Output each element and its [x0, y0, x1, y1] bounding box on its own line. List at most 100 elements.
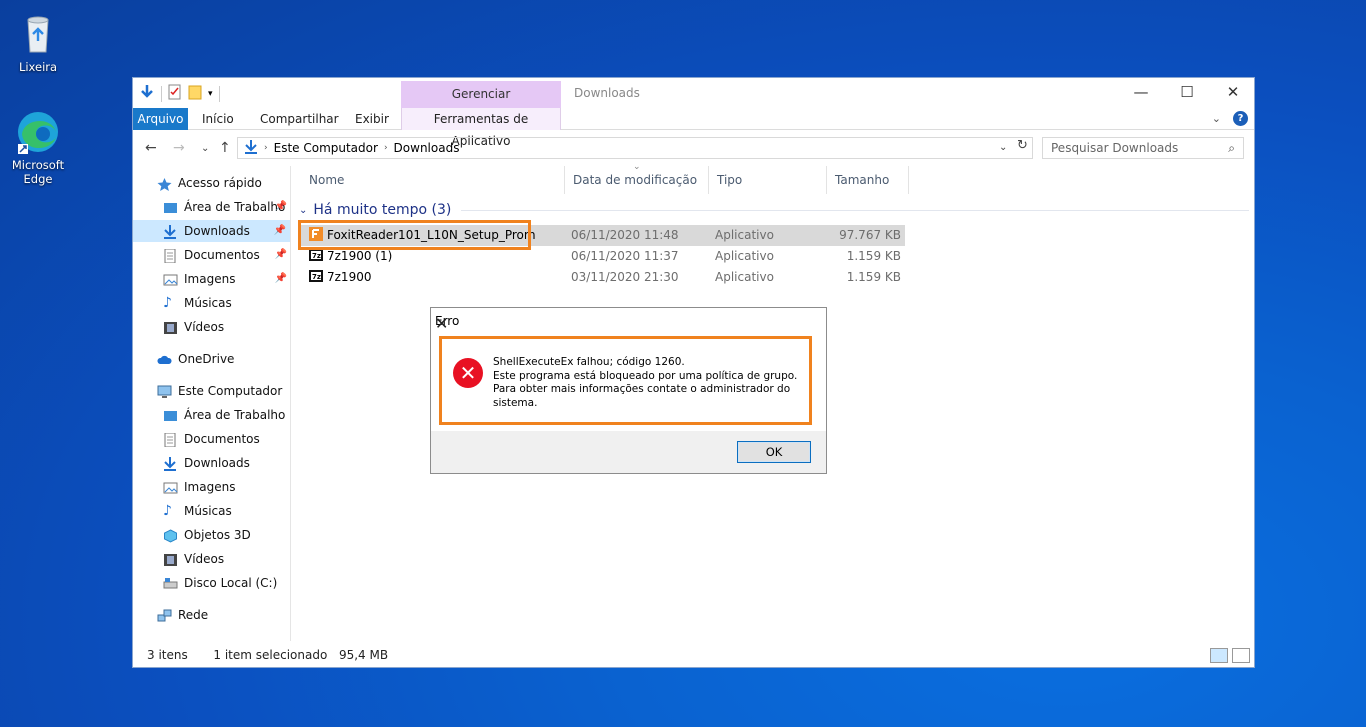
- search-input[interactable]: Pesquisar Downloads ⌕: [1042, 137, 1244, 159]
- file-type-cell: Aplicativo: [715, 228, 774, 242]
- refresh-icon[interactable]: ↻: [1017, 138, 1028, 153]
- nav-quick-access[interactable]: Acesso rápido: [157, 172, 262, 194]
- ok-button[interactable]: OK: [737, 441, 811, 463]
- title-bar: ▾ Gerenciar Downloads — ☐ ✕: [133, 78, 1254, 108]
- film-icon: [163, 320, 178, 334]
- desktop-icon-recycle-bin[interactable]: Lixeira: [0, 10, 76, 74]
- contextual-tab-manage[interactable]: Gerenciar: [401, 81, 561, 108]
- pin-icon[interactable]: 📌: [274, 220, 286, 242]
- search-placeholder: Pesquisar Downloads: [1051, 141, 1179, 155]
- chevron-right-icon[interactable]: ›: [264, 143, 268, 153]
- desktop-icon-edge[interactable]: Microsoft Edge: [0, 108, 76, 186]
- file-type-cell: Aplicativo: [715, 270, 774, 284]
- nav-desktop-pc[interactable]: Área de Trabalho: [163, 404, 285, 426]
- column-header-name[interactable]: Nome: [301, 166, 565, 194]
- file-size-cell: 1.159 KB: [846, 249, 901, 263]
- column-header-type[interactable]: Tipo: [709, 166, 827, 194]
- nav-pictures-pc[interactable]: Imagens: [163, 476, 235, 498]
- file-size-cell: 97.767 KB: [839, 228, 901, 242]
- file-row[interactable]: 7z 7z1900 03/11/2020 21:30 Aplicativo 1.1…: [301, 267, 905, 288]
- highlight-box: [298, 220, 531, 250]
- nav-documents-pc[interactable]: Documentos: [163, 428, 260, 450]
- divider: [218, 85, 220, 102]
- breadcrumb-downloads[interactable]: Downloads: [394, 141, 460, 155]
- nav-downloads-pc[interactable]: Downloads: [163, 452, 250, 474]
- maximize-button[interactable]: ☐: [1164, 78, 1210, 108]
- drive-icon: [163, 576, 178, 590]
- details-view-button[interactable]: [1210, 648, 1228, 663]
- recent-locations-icon[interactable]: ⌄: [201, 143, 209, 154]
- properties-icon[interactable]: [168, 84, 182, 103]
- file-type-cell: Aplicativo: [715, 249, 774, 263]
- cube-icon: [163, 528, 178, 543]
- file-size-cell: 1.159 KB: [846, 270, 901, 284]
- back-arrow-icon[interactable]: ←: [145, 140, 157, 156]
- tab-file[interactable]: Arquivo: [133, 108, 188, 130]
- chevron-right-icon[interactable]: ›: [384, 143, 388, 153]
- nav-documents-quick[interactable]: Documentos 📌: [163, 244, 291, 266]
- nav-local-disk[interactable]: Disco Local (C:): [163, 572, 277, 594]
- music-note-icon: ♪: [163, 503, 172, 519]
- address-dropdown-icon[interactable]: ⌄: [999, 142, 1007, 153]
- address-row: ← → ⌄ ↑ › Este Computador › Downloads ⌄ …: [133, 132, 1254, 164]
- pictures-icon: [163, 272, 178, 286]
- nav-this-pc[interactable]: Este Computador: [157, 380, 282, 402]
- minimize-button[interactable]: —: [1118, 78, 1164, 108]
- network-icon: [157, 608, 172, 622]
- breadcrumb-this-pc[interactable]: Este Computador: [274, 141, 378, 155]
- downloads-folder-icon: [163, 456, 178, 471]
- tab-share[interactable]: Compartilhar: [251, 108, 348, 130]
- close-icon[interactable]: ✕: [435, 314, 820, 333]
- column-header-size[interactable]: Tamanho: [827, 166, 909, 194]
- svg-text:7z: 7z: [312, 273, 321, 281]
- tab-view[interactable]: Exibir: [346, 108, 398, 130]
- downloads-folder-icon: [244, 139, 258, 157]
- divider: [461, 209, 1249, 211]
- recycle-bin-icon: [14, 10, 62, 58]
- group-header[interactable]: ⌄ Há muito tempo (3): [299, 202, 1249, 218]
- nav-videos-pc[interactable]: Vídeos: [163, 548, 224, 570]
- documents-icon: [163, 432, 178, 448]
- computer-icon: [157, 384, 172, 398]
- tab-application-tools[interactable]: Ferramentas de Aplicativo: [401, 108, 561, 148]
- address-bar[interactable]: › Este Computador › Downloads: [237, 137, 1033, 159]
- file-date-cell: 06/11/2020 11:37: [571, 249, 679, 263]
- nav-downloads-quick[interactable]: Downloads 📌: [133, 220, 290, 242]
- download-arrow-icon: [139, 84, 155, 103]
- pin-icon[interactable]: 📌: [275, 268, 287, 290]
- file-date-cell: 06/11/2020 11:48: [571, 228, 679, 242]
- divider: [161, 85, 162, 102]
- new-folder-icon[interactable]: [188, 84, 202, 103]
- documents-icon: [163, 248, 178, 264]
- large-icons-view-button[interactable]: [1232, 648, 1250, 663]
- desktop-folder-icon: [163, 200, 178, 214]
- nav-music-quick[interactable]: ♪ Músicas: [163, 292, 232, 314]
- up-arrow-icon[interactable]: ↑: [219, 140, 231, 156]
- cloud-icon: [157, 352, 172, 366]
- nav-network[interactable]: Rede: [157, 604, 208, 626]
- downloads-folder-icon: [163, 224, 178, 239]
- music-note-icon: ♪: [163, 295, 172, 311]
- item-count: 3 itens: [147, 648, 188, 662]
- 7zip-app-icon: 7z: [309, 269, 323, 283]
- close-button[interactable]: ✕: [1210, 78, 1256, 108]
- desktop-folder-icon: [163, 408, 178, 422]
- nav-desktop-quick[interactable]: Área de Trabalho 📌: [163, 196, 291, 218]
- nav-pictures-quick[interactable]: Imagens 📌: [163, 268, 291, 290]
- nav-onedrive[interactable]: OneDrive: [157, 348, 234, 370]
- nav-3d-objects[interactable]: Objetos 3D: [163, 524, 251, 546]
- pin-icon[interactable]: 📌: [275, 244, 287, 266]
- selection-info: 1 item selecionado: [213, 648, 328, 662]
- selection-size: 95,4 MB: [338, 648, 389, 662]
- expand-ribbon-icon[interactable]: ⌄: [1212, 112, 1221, 125]
- customize-qat-icon[interactable]: ▾: [208, 89, 213, 99]
- edge-icon: [14, 108, 62, 156]
- forward-arrow-icon[interactable]: →: [173, 140, 185, 156]
- chevron-down-icon[interactable]: ⌄: [299, 205, 307, 216]
- pin-icon[interactable]: 📌: [275, 196, 287, 218]
- nav-music-pc[interactable]: ♪ Músicas: [163, 500, 232, 522]
- nav-videos-quick[interactable]: Vídeos: [163, 316, 224, 338]
- 7zip-app-icon: 7z: [309, 248, 323, 262]
- help-icon[interactable]: ?: [1233, 111, 1248, 126]
- tab-home[interactable]: Início: [193, 108, 243, 130]
